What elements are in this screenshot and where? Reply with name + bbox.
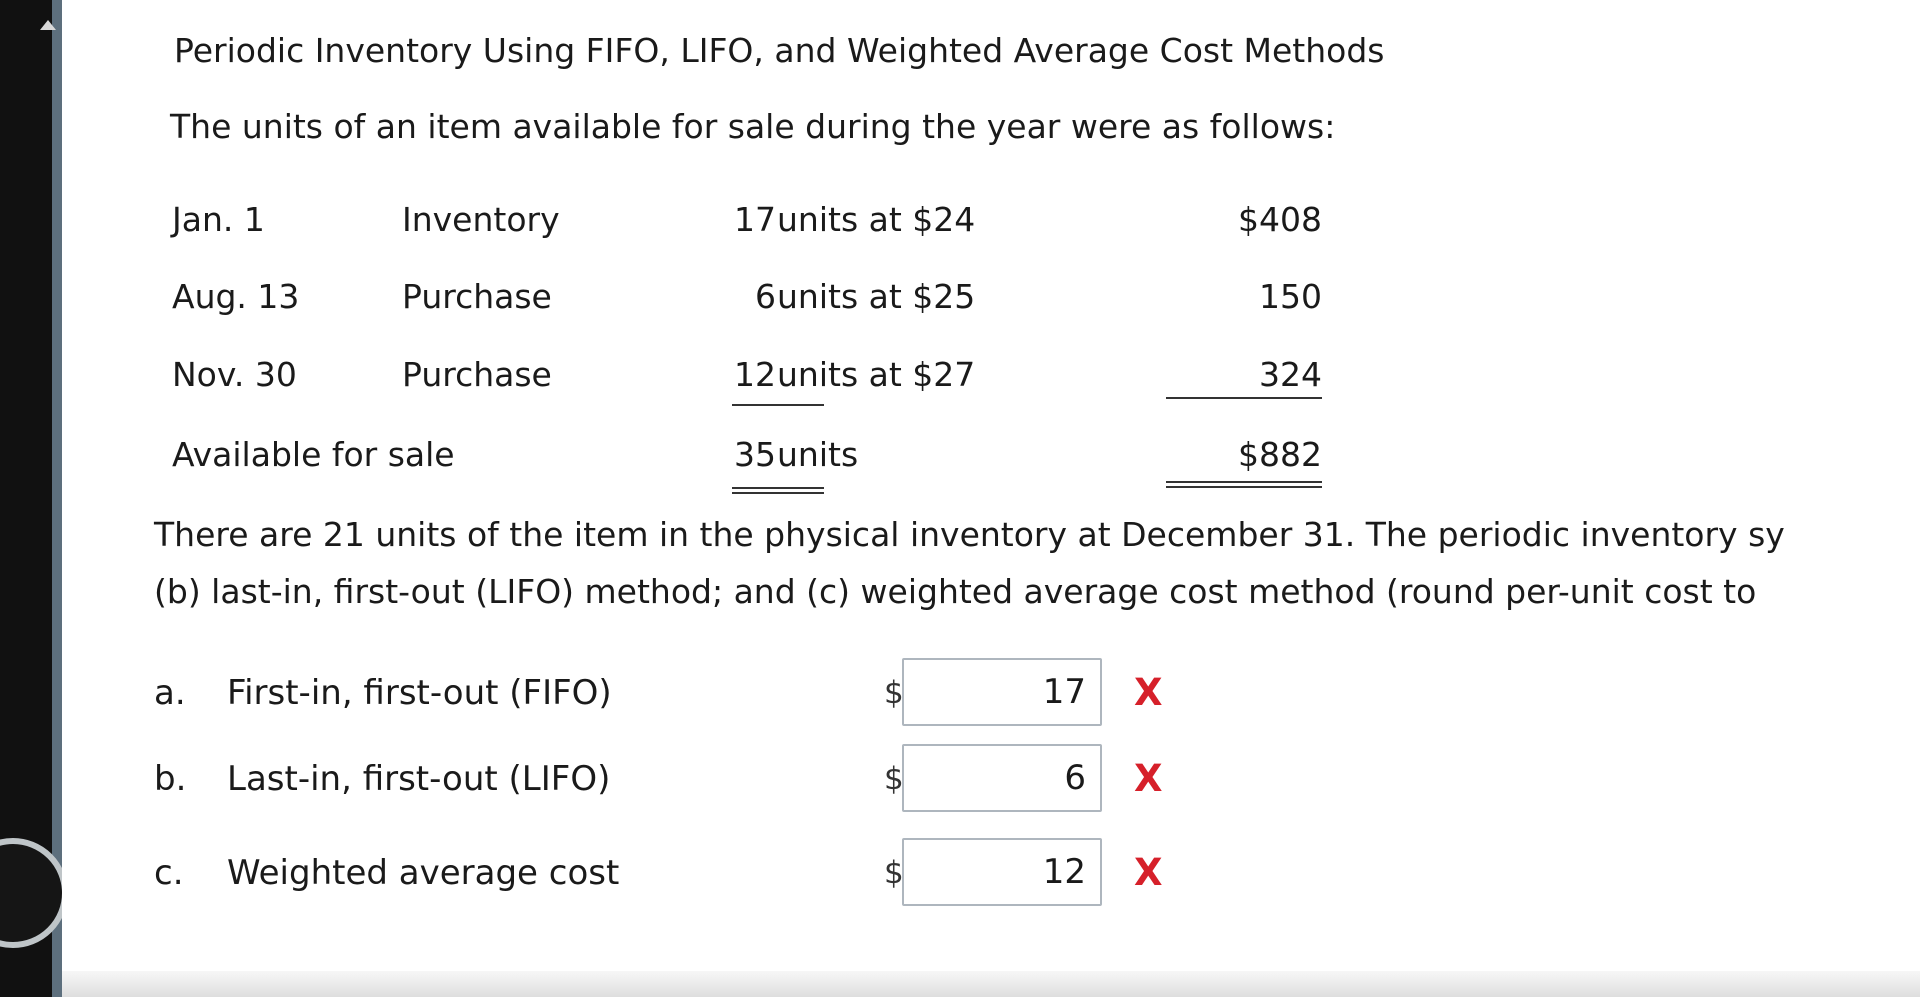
answer-letter: c.: [154, 853, 184, 893]
available-units: 35: [734, 435, 776, 474]
inventory-date: Nov. 30: [172, 355, 297, 394]
inventory-date: Aug. 13: [172, 277, 300, 316]
problem-statement-line-1: There are 21 units of the item in the ph…: [154, 515, 1785, 554]
x-mark-icon: X: [1134, 671, 1163, 714]
inventory-row-nov: Nov. 30 Purchase 12 units at $27 324: [62, 352, 1920, 397]
fifo-answer-value: 17: [1042, 672, 1086, 712]
inventory-unit-text: units at $25: [777, 277, 976, 316]
weighted-average-answer-input[interactable]: 12: [902, 838, 1102, 906]
inventory-row-aug: Aug. 13 Purchase 6 units at $25 150: [62, 274, 1920, 319]
up-arrow-icon[interactable]: [40, 20, 56, 30]
cost-total-rule: [1166, 397, 1322, 399]
inventory-row-jan: Jan. 1 Inventory 17 units at $24 $408: [62, 197, 1920, 242]
left-sidebar: [0, 0, 68, 997]
inventory-description: Inventory: [402, 200, 560, 239]
units-total-rule: [732, 404, 824, 406]
currency-symbol: $: [884, 675, 904, 711]
answer-letter: b.: [154, 759, 187, 799]
answer-letter: a.: [154, 673, 186, 713]
x-mark-icon: X: [1134, 757, 1163, 800]
answer-label: Last-in, first-out (LIFO): [227, 759, 611, 799]
available-unit-text: units: [777, 435, 859, 474]
x-mark-icon: X: [1134, 851, 1163, 894]
bottom-screen-edge: [62, 971, 1920, 997]
currency-symbol: $: [884, 761, 904, 797]
available-for-sale-row: Available for sale 35 units $882: [62, 432, 1920, 477]
inventory-unit-text: units at $27: [777, 355, 976, 394]
question-content: Periodic Inventory Using FIFO, LIFO, and…: [62, 0, 1920, 997]
lifo-answer-input[interactable]: 6: [902, 744, 1102, 812]
inventory-cost: $408: [1238, 200, 1322, 239]
cost-double-rule: [1166, 481, 1322, 488]
inventory-description: Purchase: [402, 277, 552, 316]
inventory-date: Jan. 1: [172, 200, 265, 239]
units-double-rule: [732, 487, 824, 494]
round-control-button[interactable]: [0, 838, 68, 948]
fifo-answer-input[interactable]: 17: [902, 658, 1102, 726]
lifo-answer-value: 6: [1064, 758, 1086, 798]
inventory-description: Purchase: [402, 355, 552, 394]
currency-symbol: $: [884, 855, 904, 891]
answer-row-weighted-average: c. Weighted average cost $ 12 X: [62, 834, 1920, 912]
answer-label: Weighted average cost: [227, 853, 620, 893]
page-title: Periodic Inventory Using FIFO, LIFO, and…: [174, 31, 1385, 70]
inventory-quantity: 12: [734, 355, 776, 394]
available-for-sale-label: Available for sale: [172, 435, 455, 474]
answer-row-fifo: a. First-in, first-out (FIFO) $ 17 X: [62, 654, 1920, 732]
answer-label: First-in, first-out (FIFO): [227, 673, 612, 713]
problem-intro: The units of an item available for sale …: [170, 107, 1336, 146]
inventory-quantity: 6: [755, 277, 776, 316]
answer-row-lifo: b. Last-in, first-out (LIFO) $ 6 X: [62, 740, 1920, 818]
problem-statement-line-2: (b) last-in, first-out (LIFO) method; an…: [154, 572, 1757, 611]
inventory-unit-text: units at $24: [777, 200, 976, 239]
available-cost: $882: [1238, 435, 1322, 474]
inventory-cost: 324: [1259, 355, 1322, 394]
weighted-average-answer-value: 12: [1042, 852, 1086, 892]
inventory-quantity: 17: [734, 200, 776, 239]
inventory-cost: 150: [1259, 277, 1322, 316]
